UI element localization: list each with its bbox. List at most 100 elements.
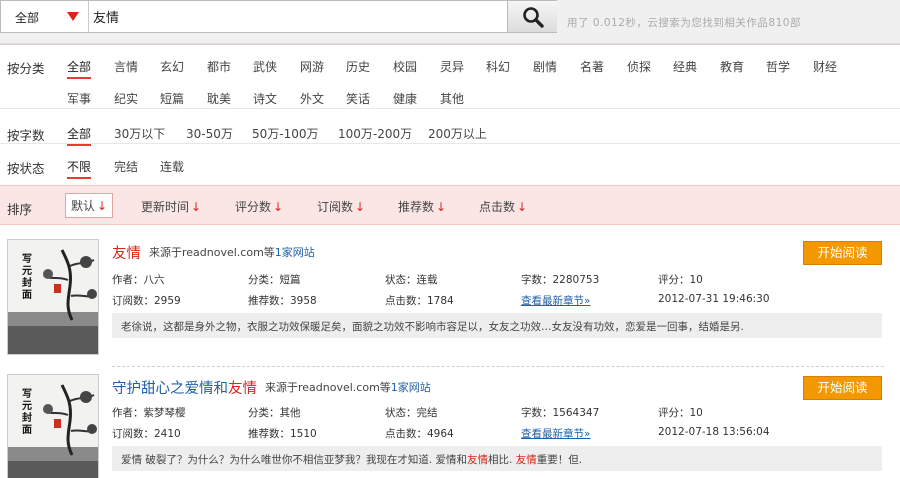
sort-arrow-icon: ↓ [97, 199, 108, 213]
book-description: 老徐说，这都是身外之物，衣服之功效保暖足矣，面貌之功效不影响市容足以，女友之功效… [112, 313, 882, 338]
svg-text:写: 写 [22, 388, 32, 400]
book-author: 作者：八六 [112, 274, 165, 286]
book-subscriptions: 订阅数：2410 [112, 428, 181, 440]
filter-category-option[interactable]: 科幻 [486, 58, 510, 75]
sort-arrow-icon: ↓ [517, 200, 528, 214]
filter-category-option[interactable]: 经典 [673, 58, 697, 75]
sort-option-label: 默认 [71, 199, 96, 213]
svg-text:元: 元 [22, 265, 32, 277]
filter-category-option[interactable]: 名著 [580, 58, 604, 75]
filter-category-option[interactable]: 剧情 [533, 58, 557, 75]
book-description: 爱情 破裂了？为什么？为什么唯世你不相信亚梦我？我现在才知道. 爱情和友情相比.… [112, 446, 882, 471]
latest-chapter-link[interactable]: 查看最新章节» [521, 426, 590, 441]
filter-category-all[interactable]: 全部 [67, 58, 92, 79]
filter-words-all[interactable]: 全部 [67, 125, 92, 146]
latest-chapter-link[interactable]: 查看最新章节» [521, 293, 590, 308]
filter-words-option[interactable]: 50万-100万 [252, 125, 319, 142]
start-reading-button[interactable]: 开始阅读 [803, 376, 882, 400]
sort-bar: 排序 默认 ↓ 更新时间 ↓ 评分数 ↓ 订阅数 ↓ 推荐数 ↓ 点击数 ↓ [0, 185, 900, 225]
sort-option-label: 推荐数 [398, 200, 435, 214]
book-score: 评分：10 [658, 274, 703, 286]
source-prefix: 来源于readnovel.com等 [149, 246, 275, 259]
result-item: 写 元 封 面 守护甜心之爱情和友情 来源于readnovel.com等1家网站… [0, 374, 900, 478]
sort-arrow-icon: ↓ [191, 200, 202, 214]
book-cover[interactable]: 写 元 封 面 [7, 239, 99, 355]
book-cover-image: 写 元 封 面 [8, 375, 98, 478]
filter-category-option[interactable]: 健康 [393, 90, 417, 107]
sort-option-label: 更新时间 [141, 200, 190, 214]
sort-subs-button[interactable]: 订阅数 ↓ [317, 198, 365, 215]
book-status: 状态：完结 [385, 407, 438, 419]
book-category: 分类：其他 [248, 407, 301, 419]
sort-update-time-button[interactable]: 更新时间 ↓ [141, 198, 201, 215]
book-recommendations: 推荐数：1510 [248, 428, 317, 440]
filter-category-option[interactable]: 教育 [720, 58, 744, 75]
book-cover[interactable]: 写 元 封 面 [7, 374, 99, 478]
book-status: 状态：连载 [385, 274, 438, 286]
filter-status-all[interactable]: 不限 [67, 158, 92, 179]
filter-category-option[interactable]: 笑话 [346, 90, 370, 107]
svg-text:封: 封 [22, 411, 32, 424]
book-title-link[interactable]: 友情 [112, 242, 141, 263]
filter-category-option[interactable]: 侦探 [627, 58, 651, 75]
sort-clicks-button[interactable]: 点击数 ↓ [479, 198, 527, 215]
svg-text:面: 面 [22, 424, 32, 436]
filter-words-option[interactable]: 100万-200万 [338, 125, 412, 142]
start-reading-button[interactable]: 开始阅读 [803, 241, 882, 265]
filter-category-option[interactable]: 都市 [207, 58, 231, 75]
filter-category-option[interactable]: 外文 [300, 90, 324, 107]
filter-category-option[interactable]: 纪实 [114, 90, 138, 107]
filter-category-option[interactable]: 军事 [67, 90, 91, 107]
desc-text: 爱情 破裂了？为什么？为什么唯世你不相信亚梦我？我现在才知道. 爱情和 [121, 454, 468, 466]
filter-category-option[interactable]: 哲学 [766, 58, 790, 75]
search-box: 全部 [0, 0, 557, 33]
filter-category-option[interactable]: 诗文 [253, 90, 277, 107]
search-button[interactable] [507, 1, 557, 32]
filter-category-option[interactable]: 耽美 [207, 90, 231, 107]
latest-chapter-link-text: 查看最新章节» [521, 295, 591, 307]
book-title-link[interactable]: 守护甜心之爱情和友情 [112, 377, 257, 398]
filter-category-option[interactable]: 灵异 [440, 58, 464, 75]
svg-text:元: 元 [22, 400, 32, 412]
filter-category-option[interactable]: 历史 [346, 58, 370, 75]
filter-category-option[interactable]: 校园 [393, 58, 417, 75]
sort-score-button[interactable]: 评分数 ↓ [235, 198, 283, 215]
filter-words-option[interactable]: 200万以上 [428, 125, 487, 142]
book-title-highlight: 友情 [228, 381, 257, 397]
sort-option-label: 订阅数 [317, 200, 354, 214]
filter-category-option[interactable]: 财经 [813, 58, 837, 75]
source-sites-link[interactable]: 1家网站 [275, 246, 315, 259]
book-update-date: 2012-07-18 13:56:04 [658, 426, 770, 438]
source-sites-link[interactable]: 1家网站 [391, 381, 431, 394]
filter-category-option[interactable]: 短篇 [160, 90, 184, 107]
filter-category-option[interactable]: 言情 [114, 58, 138, 75]
search-input[interactable] [91, 1, 505, 32]
source-prefix: 来源于readnovel.com等 [265, 381, 391, 394]
svg-text:封: 封 [22, 276, 32, 289]
sort-recs-button[interactable]: 推荐数 ↓ [398, 198, 446, 215]
filter-words-option[interactable]: 30-50万 [186, 125, 233, 142]
filter-words-option[interactable]: 30万以下 [114, 125, 165, 142]
sort-default-button[interactable]: 默认 ↓ [65, 193, 114, 218]
filter-status-option[interactable]: 完结 [114, 158, 138, 175]
book-title-text: 守护甜心之爱情和 [112, 381, 228, 397]
sort-arrow-icon: ↓ [355, 200, 366, 214]
filter-category-option[interactable]: 其他 [440, 90, 464, 107]
filter-label-status: 按状态 [7, 161, 45, 176]
filter-row-category-2: 军事 纪实 短篇 耽美 诗文 外文 笑话 健康 其他 [0, 77, 900, 109]
filter-category-option[interactable]: 玄幻 [160, 58, 184, 75]
filter-status-option[interactable]: 连载 [160, 158, 184, 175]
search-icon [523, 7, 544, 28]
svg-text:写: 写 [22, 253, 32, 265]
filter-panel: 按分类 全部 言情 玄幻 都市 武侠 网游 历史 校园 灵异 科幻 剧情 名著 … [0, 44, 900, 181]
filter-label-category: 按分类 [7, 61, 45, 76]
book-word-count: 字数：1564347 [521, 407, 600, 419]
desc-highlight: 友情 [515, 454, 537, 466]
book-author: 作者：紫梦琴樱 [112, 407, 186, 419]
filter-category-option[interactable]: 网游 [300, 58, 324, 75]
filter-category-option[interactable]: 武侠 [253, 58, 277, 75]
result-divider [112, 366, 884, 367]
category-select[interactable]: 全部 [1, 1, 89, 32]
filter-row-category: 按分类 全部 言情 玄幻 都市 武侠 网游 历史 校园 灵异 科幻 剧情 名著 … [0, 45, 900, 79]
book-subscriptions: 订阅数：2959 [112, 295, 181, 307]
